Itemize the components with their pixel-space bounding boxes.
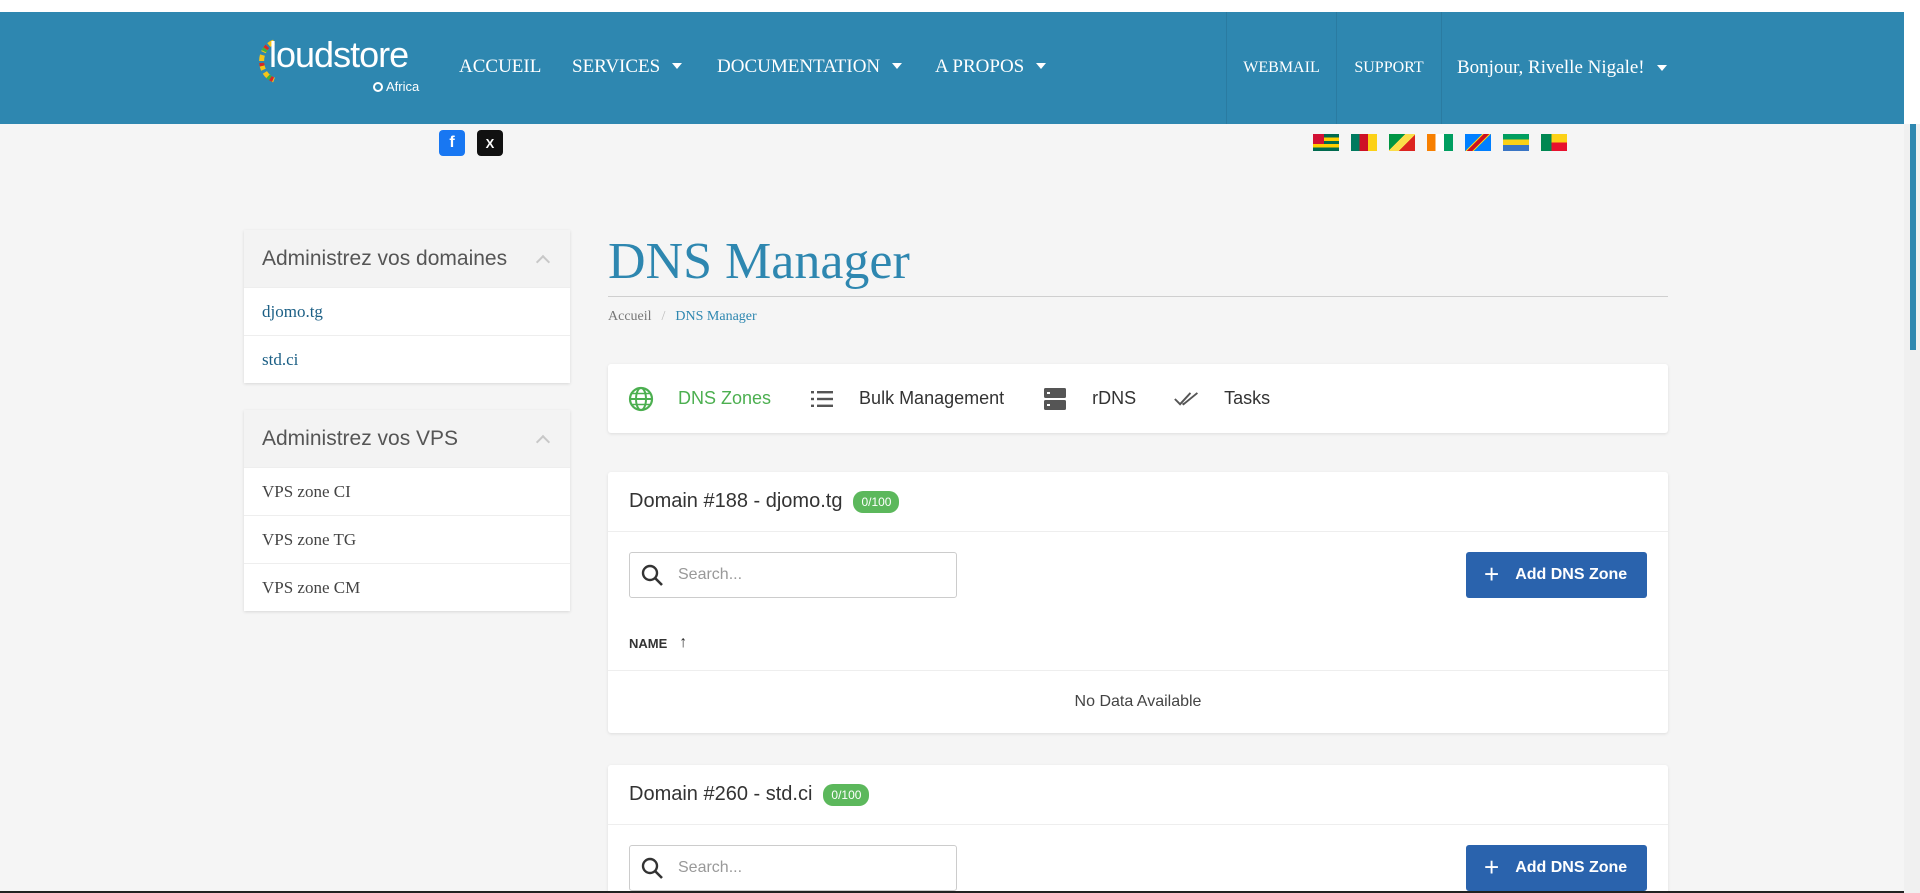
sidebar-item-std-ci[interactable]: std.ci — [244, 335, 570, 383]
add-dns-zone-button[interactable]: + Add DNS Zone — [1466, 552, 1647, 598]
double-check-icon — [1174, 386, 1200, 412]
domain-card-std-ci: Domain #260 - std.ci 0/100 + Add DNS Zon… — [608, 765, 1668, 893]
column-header-name[interactable]: NAME ↑ — [608, 616, 1668, 671]
nav-support[interactable]: SUPPORT — [1336, 12, 1441, 124]
server-icon — [1042, 386, 1068, 412]
chevron-down-icon — [1656, 65, 1667, 71]
tab-rdns[interactable]: rDNS — [1042, 386, 1136, 412]
user-menu[interactable]: Bonjour, Rivelle Nigale! — [1441, 12, 1691, 124]
nav-apropos[interactable]: A PROPOS — [935, 56, 1047, 78]
breadcrumb: Accueil / DNS Manager — [608, 309, 757, 324]
nav-services[interactable]: SERVICES — [572, 56, 683, 78]
search-box — [629, 552, 957, 598]
sidebar-item-djomo-tg[interactable]: djomo.tg — [244, 287, 570, 335]
domain-card-djomo-tg: Domain #188 - djomo.tg 0/100 + Add DNS Z… — [608, 472, 1668, 733]
page-title: DNS Manager — [608, 233, 910, 290]
vps-panel-header[interactable]: Administrez vos VPS — [244, 410, 570, 467]
tab-label: rDNS — [1092, 388, 1137, 408]
search-input[interactable] — [678, 566, 938, 584]
gabon-flag-icon[interactable] — [1503, 134, 1529, 151]
tab-bulk-management[interactable]: Bulk Management — [809, 386, 1004, 412]
tab-tasks[interactable]: Tasks — [1174, 386, 1270, 412]
zone-count-badge: 0/100 — [823, 783, 870, 806]
facebook-icon[interactable]: f — [439, 130, 465, 156]
add-dns-zone-button[interactable]: + Add DNS Zone — [1466, 845, 1647, 891]
country-flags — [1313, 134, 1567, 151]
sidebar-item-vps-cm[interactable]: VPS zone CM — [244, 563, 570, 611]
chevron-down-icon — [892, 63, 903, 69]
nav-webmail[interactable]: WEBMAIL — [1226, 12, 1336, 124]
domain-title: Domain #260 - std.ci — [629, 783, 813, 805]
button-label: Add DNS Zone — [1515, 566, 1628, 583]
togo-flag-icon[interactable] — [1313, 134, 1339, 151]
search-icon — [641, 857, 663, 879]
tab-label: Tasks — [1224, 388, 1271, 408]
list-icon — [809, 386, 835, 412]
congo-flag-icon[interactable] — [1389, 134, 1415, 151]
zone-count-badge: 0/100 — [853, 490, 900, 513]
tab-label: DNS Zones — [678, 388, 772, 408]
search-icon — [641, 564, 663, 586]
chevron-down-icon — [672, 63, 683, 69]
page: loudstore Africa ACCUEIL SERVICES DOCUME… — [0, 0, 1904, 893]
nav-documentation[interactable]: DOCUMENTATION — [717, 56, 903, 78]
scrollbar-thumb[interactable] — [1910, 124, 1916, 350]
sort-ascending-icon[interactable]: ↑ — [679, 634, 687, 652]
domain-card-header: Domain #188 - djomo.tg 0/100 — [608, 472, 1668, 532]
nav-accueil[interactable]: ACCUEIL — [459, 56, 541, 78]
search-box — [629, 845, 957, 891]
breadcrumb-home[interactable]: Accueil — [608, 309, 652, 324]
domain-title: Domain #188 - djomo.tg — [629, 490, 843, 512]
search-input[interactable] — [678, 859, 938, 877]
benin-flag-icon[interactable] — [1541, 134, 1567, 151]
domains-panel-header[interactable]: Administrez vos domaines — [244, 230, 570, 287]
chevron-up-icon[interactable] — [535, 254, 551, 269]
title-divider — [608, 296, 1668, 297]
tab-dns-zones[interactable]: DNS Zones — [628, 386, 771, 412]
dns-tabs: DNS Zones Bulk Management rDNS Tasks — [608, 364, 1668, 433]
brand-logo[interactable]: loudstore Africa — [252, 26, 432, 96]
logo-wordmark: loudstore — [269, 34, 409, 75]
cameroon-flag-icon[interactable] — [1351, 134, 1377, 151]
sidebar-item-vps-ci[interactable]: VPS zone CI — [244, 467, 570, 515]
logo-subtitle: Africa — [373, 79, 419, 94]
plus-icon: + — [1484, 852, 1500, 882]
column-label: NAME — [629, 635, 668, 651]
ivory-coast-flag-icon[interactable] — [1427, 134, 1453, 151]
domain-toolbar: + Add DNS Zone — [608, 825, 1668, 893]
chevron-down-icon — [1036, 63, 1047, 69]
vps-panel: Administrez vos VPS VPS zone CI VPS zone… — [244, 410, 570, 611]
top-strip — [0, 0, 1904, 12]
sidebar-item-vps-tg[interactable]: VPS zone TG — [244, 515, 570, 563]
domain-toolbar: + Add DNS Zone — [608, 532, 1668, 616]
button-label: Add DNS Zone — [1515, 859, 1628, 876]
domains-panel-title: Administrez vos domaines — [262, 246, 508, 270]
tab-label: Bulk Management — [859, 388, 1005, 408]
chevron-up-icon[interactable] — [535, 434, 551, 449]
drc-flag-icon[interactable] — [1465, 134, 1491, 151]
domain-card-header: Domain #260 - std.ci 0/100 — [608, 765, 1668, 825]
plus-icon: + — [1484, 559, 1500, 589]
x-twitter-icon[interactable]: X — [477, 130, 503, 156]
globe-icon — [628, 386, 654, 412]
breadcrumb-current: DNS Manager — [675, 309, 757, 324]
domains-panel: Administrez vos domaines djomo.tg std.ci — [244, 230, 570, 383]
vps-panel-title: Administrez vos VPS — [262, 426, 459, 450]
empty-state: No Data Available — [1074, 693, 1202, 710]
